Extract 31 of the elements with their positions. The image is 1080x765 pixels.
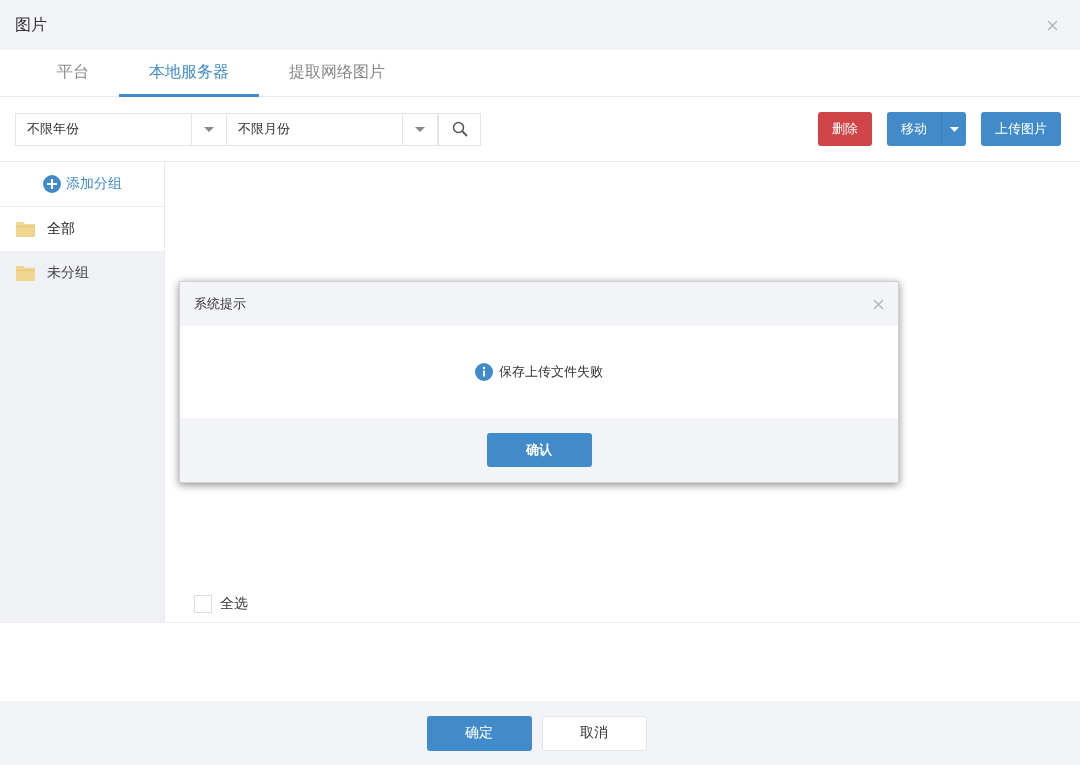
year-select[interactable]: 不限年份	[15, 112, 227, 146]
delete-button[interactable]: 删除	[818, 112, 872, 146]
add-group-button[interactable]: 添加分组	[0, 162, 164, 207]
select-all-label: 全选	[220, 595, 248, 613]
confirm-button[interactable]: 确认	[486, 433, 592, 467]
search-icon	[451, 121, 468, 137]
close-icon[interactable]	[1047, 19, 1058, 31]
window-title: 图片	[15, 14, 47, 36]
dropdown-button[interactable]	[941, 112, 966, 146]
folder-icon	[16, 265, 35, 281]
close-icon[interactable]	[873, 298, 884, 310]
move-button[interactable]: 移动	[887, 112, 941, 146]
tab[interactable]: 本地服务器	[119, 50, 259, 97]
info-icon	[475, 363, 493, 381]
tab[interactable]: 提取网络图片	[259, 50, 415, 97]
checkbox[interactable]	[194, 595, 212, 613]
upload-button[interactable]: 上传图片	[981, 112, 1061, 146]
sidebar-item[interactable]: 全部	[0, 207, 164, 251]
search-button[interactable]	[438, 112, 481, 146]
plus-circle-icon	[42, 175, 61, 193]
add-group-label: 添加分组	[65, 175, 122, 193]
caret-icon	[415, 126, 425, 132]
tab[interactable]: 平台	[27, 50, 119, 97]
month-select[interactable]: 不限月份	[227, 112, 438, 146]
ok-button[interactable]: 确定	[426, 715, 532, 751]
folder-icon	[16, 221, 35, 237]
caret-icon	[949, 126, 959, 132]
dialog-title: 系统提示	[194, 295, 246, 313]
caret-icon	[204, 126, 214, 132]
alert-message: 保存上传文件失败	[499, 363, 603, 381]
cancel-button[interactable]: 取消	[541, 715, 647, 751]
